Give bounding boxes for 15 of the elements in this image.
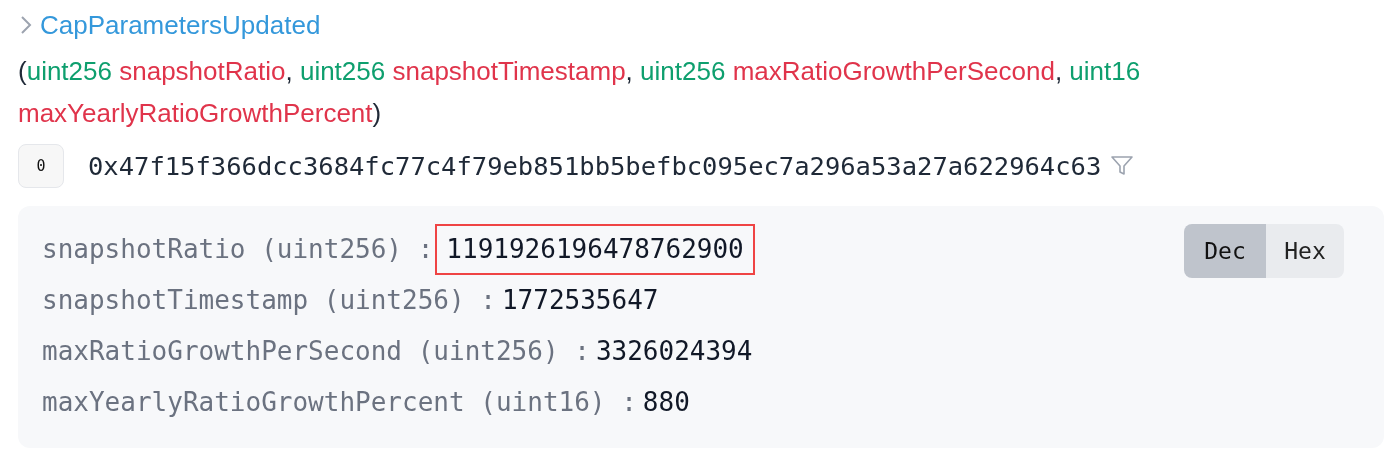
chevron-icon[interactable] <box>18 14 34 36</box>
field-value: 1191926196478762900 <box>435 224 755 275</box>
topic-hash: 0x47f15f366dcc3684fc77c4f79eb851bb5befbc095ec7a296a53a27a622964c63 <box>88 149 1102 183</box>
field-label: snapshotTimestamp (uint256) : <box>42 284 496 317</box>
event-signature: (uint256 snapshotRatio, uint256 snapshotTimestamp, uint256 maxRatioGrowthPerSecond, uint16 maxYearlyRatioGrowthPercent) <box>18 55 1142 130</box>
field-label: maxYearlyRatioGrowthPercent (uint16) : <box>42 386 637 419</box>
field-label: snapshotRatio (uint256) : <box>42 233 434 266</box>
field-label: maxRatioGrowthPerSecond (uint256) : <box>42 335 590 368</box>
field-value: 880 <box>641 386 691 419</box>
format-toggle-button[interactable]: Hex <box>1266 224 1344 278</box>
field-value: 1772535647 <box>500 284 660 317</box>
format-toggle-button[interactable]: Dec <box>1184 224 1266 278</box>
filter-icon[interactable] <box>1111 156 1134 176</box>
field-value: 3326024394 <box>594 335 754 368</box>
topic-index: 0 <box>18 144 64 188</box>
